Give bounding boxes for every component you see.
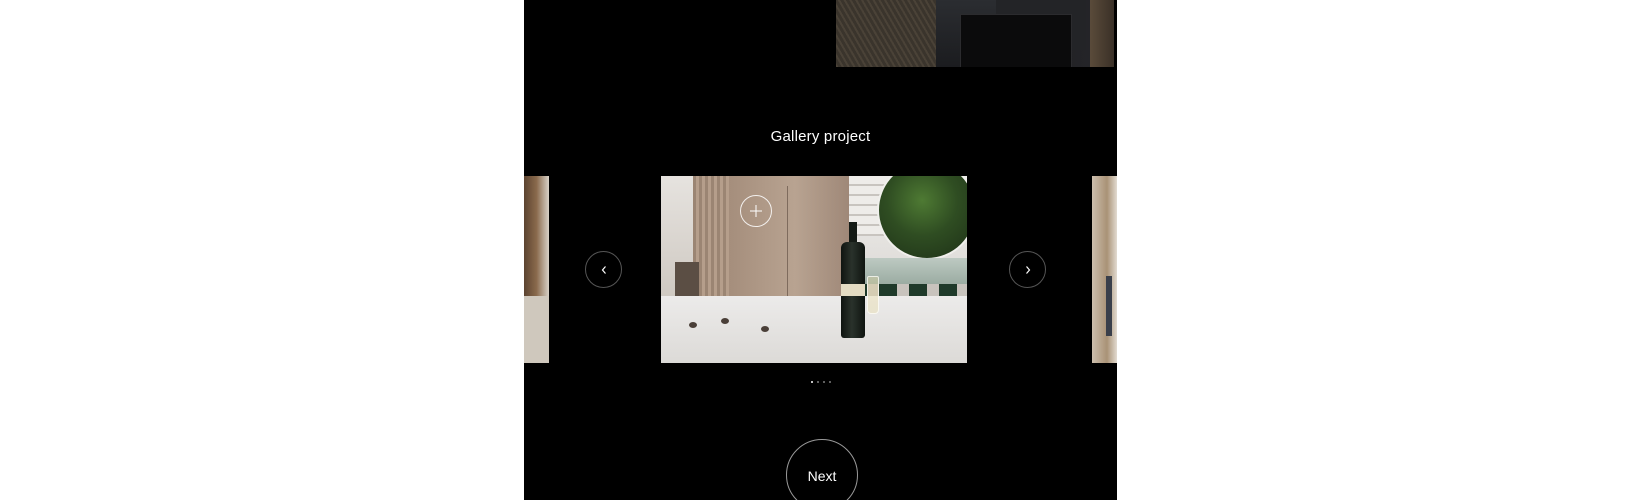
zoom-button[interactable] <box>740 195 772 227</box>
gallery-prev-button[interactable] <box>585 251 622 288</box>
gallery-next-button[interactable] <box>1009 251 1046 288</box>
project-image-home-theater <box>836 0 1114 67</box>
pagination-dot[interactable] <box>828 381 831 383</box>
plus-icon <box>750 205 762 217</box>
chevron-right-icon <box>1025 265 1030 274</box>
pagination-dot[interactable] <box>822 381 825 383</box>
champagne-glass <box>867 276 879 314</box>
next-project-button[interactable]: Next <box>786 439 858 500</box>
gallery-slide-previous[interactable] <box>524 176 549 363</box>
gallery-pagination <box>524 381 1117 383</box>
next-project-label: Next <box>807 468 837 484</box>
pagination-dot[interactable] <box>816 381 819 383</box>
gallery-slide-current[interactable] <box>661 176 967 363</box>
pagination-dot[interactable] <box>810 381 813 383</box>
project-page: Gallery project Next <box>524 0 1117 500</box>
chevron-left-icon <box>601 265 606 274</box>
gallery-slide-next[interactable] <box>1092 176 1117 363</box>
gallery-title: Gallery project <box>770 128 871 145</box>
